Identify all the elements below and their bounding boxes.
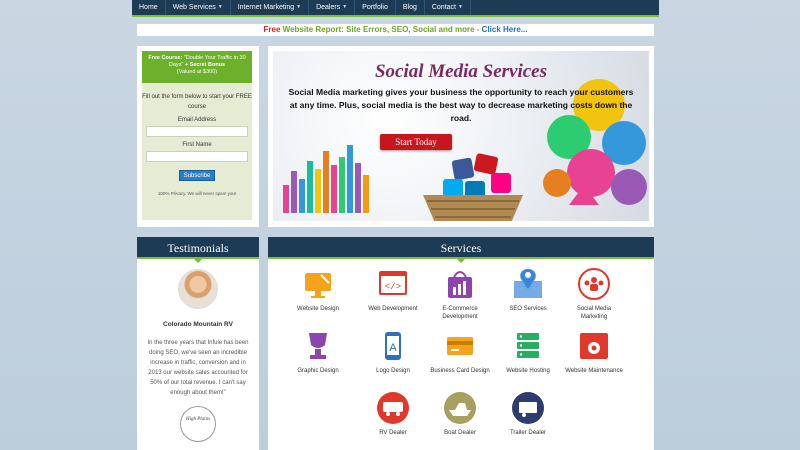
privacy-note: 100% Privacy. We will never spam you! (157, 191, 237, 196)
service-label: Trailer Dealer (509, 430, 547, 436)
service-label: Graphic Design (297, 368, 339, 374)
boat-icon (444, 392, 476, 424)
service-label: Web Development (368, 306, 418, 312)
start-today-button[interactable]: Start Today (380, 134, 452, 150)
optin-bonus: + Secret Bonus (184, 62, 226, 68)
service-label: SEO Services (509, 306, 547, 312)
chevron-down-icon: ▼ (296, 4, 302, 10)
service-boat-dealer[interactable]: Boat Dealer (430, 391, 490, 437)
service-e-commerce-development[interactable]: E-Commerce Development (430, 267, 490, 321)
website-report-banner[interactable]: Free Website Report: Site Errors, SEO, S… (137, 24, 654, 36)
gear-window-icon (580, 333, 608, 359)
nav-item-label: Blog (402, 4, 417, 11)
client-logo: High Plains (180, 406, 216, 442)
report-link[interactable]: Click Here... (482, 25, 528, 34)
service-label: Website Design (297, 306, 339, 312)
first-name-field[interactable] (146, 151, 248, 162)
service-rv-dealer[interactable]: RV Dealer (363, 391, 423, 437)
testimonial-quote: In the three years that Infule has been … (147, 340, 249, 396)
rv-icon (377, 392, 409, 424)
testimonials-panel: Testimonials Colorado Mountain RV In the… (137, 237, 259, 450)
top-navigation: Home Web Services ▼ Internet Marketing ▼ Deal… (132, 0, 659, 17)
testimonial-author: Colorado Mountain RV (163, 321, 233, 328)
hero-panel: Social Media Services Social Media marke… (268, 46, 654, 227)
people-network-icon (578, 268, 610, 300)
optin-panel: Free Course: "Double Your Traffic in 30 … (137, 46, 259, 227)
service-label: Website Hosting (506, 368, 550, 374)
service-label: Boat Dealer (444, 430, 476, 436)
avatar (178, 269, 218, 309)
service-web-development[interactable]: </> Web Development (363, 267, 423, 313)
service-graphic-design[interactable]: Graphic Design (288, 329, 348, 375)
service-social-media-marketing[interactable]: Social Media Marketing (564, 267, 624, 321)
trophy-icon (309, 333, 327, 359)
nav-item-dealers[interactable]: Dealers ▼ (309, 0, 356, 15)
nav-item-label: Contact (431, 4, 456, 11)
first-name-label: First Name (182, 142, 212, 148)
credit-card-icon (447, 337, 473, 355)
service-logo-design[interactable]: A Logo Design (363, 329, 423, 375)
service-website-hosting[interactable]: Website Hosting (498, 329, 558, 375)
testimonials-heading: Testimonials (137, 237, 259, 263)
svg-text:A: A (389, 342, 397, 354)
service-label: Social Media Marketing (576, 306, 612, 320)
service-label: RV Dealer (379, 430, 407, 436)
service-label: Logo Design (376, 368, 410, 374)
report-message: Website Report: Site Errors, SEO, Social… (282, 25, 480, 34)
svg-text:</>: </> (385, 282, 401, 292)
optin-form: Free Course: "Double Your Traffic in 30 … (142, 51, 252, 220)
nav-item-web-services[interactable]: Web Services ▼ (166, 0, 231, 15)
hero-description: Social Media marketing gives your busine… (288, 87, 634, 123)
email-field[interactable] (146, 126, 248, 137)
shopping-bag-icon (448, 271, 472, 298)
optin-intro: Fill out the form below to start your FR… (142, 94, 252, 110)
optin-course-label: Free Course: (148, 55, 183, 61)
trailer-icon (512, 392, 544, 424)
subscribe-button[interactable]: Subscribe (179, 170, 215, 181)
service-website-design[interactable]: Website Design (288, 267, 348, 313)
nav-item-label: Internet Marketing (237, 4, 295, 11)
chevron-down-icon: ▼ (457, 4, 463, 10)
chevron-down-icon: ▼ (342, 4, 348, 10)
service-label: Website Maintenance (565, 368, 623, 374)
service-website-maintenance[interactable]: Website Maintenance (564, 329, 624, 375)
map-pin-icon (514, 269, 542, 298)
optin-value: (Valued at $300) (176, 69, 218, 75)
nav-item-label: Web Services (172, 4, 216, 11)
chevron-down-icon: ▼ (217, 4, 223, 10)
service-label: E-Commerce Development (442, 306, 478, 320)
phone-logo-icon: A (385, 332, 401, 360)
server-icon (517, 333, 539, 358)
service-seo-services[interactable]: SEO Services (498, 267, 558, 313)
hero-banner: Social Media Services Social Media marke… (273, 51, 649, 221)
report-free-text: Free (263, 25, 281, 34)
bar-graphic (283, 145, 369, 213)
nav-item-label: Portfolio (362, 4, 388, 11)
monitor-pencil-icon (305, 273, 331, 298)
nav-item-portfolio[interactable]: Portfolio (355, 0, 396, 15)
nav-item-label: Home (139, 4, 158, 11)
social-basket-icon (423, 153, 523, 221)
service-label: Business Card Design (430, 368, 490, 374)
nav-item-internet-marketing[interactable]: Internet Marketing ▼ (231, 0, 310, 15)
nav-item-blog[interactable]: Blog (396, 0, 425, 15)
code-window-icon: </> (379, 271, 407, 295)
hero-title: Social Media Services (374, 61, 548, 82)
nav-item-contact[interactable]: Contact ▼ (425, 0, 471, 15)
services-panel: Services Website Design </> Web Developmen… (268, 237, 654, 450)
service-business-card-design[interactable]: Business Card Design (430, 329, 490, 375)
optin-header: Free Course: "Double Your Traffic in 30 … (142, 51, 252, 83)
services-heading: Services (268, 237, 654, 263)
nav-item-home[interactable]: Home (132, 0, 166, 15)
nav-item-label: Dealers (316, 4, 341, 11)
service-trailer-dealer[interactable]: Trailer Dealer (498, 391, 558, 437)
email-label: Email Address (177, 117, 217, 123)
